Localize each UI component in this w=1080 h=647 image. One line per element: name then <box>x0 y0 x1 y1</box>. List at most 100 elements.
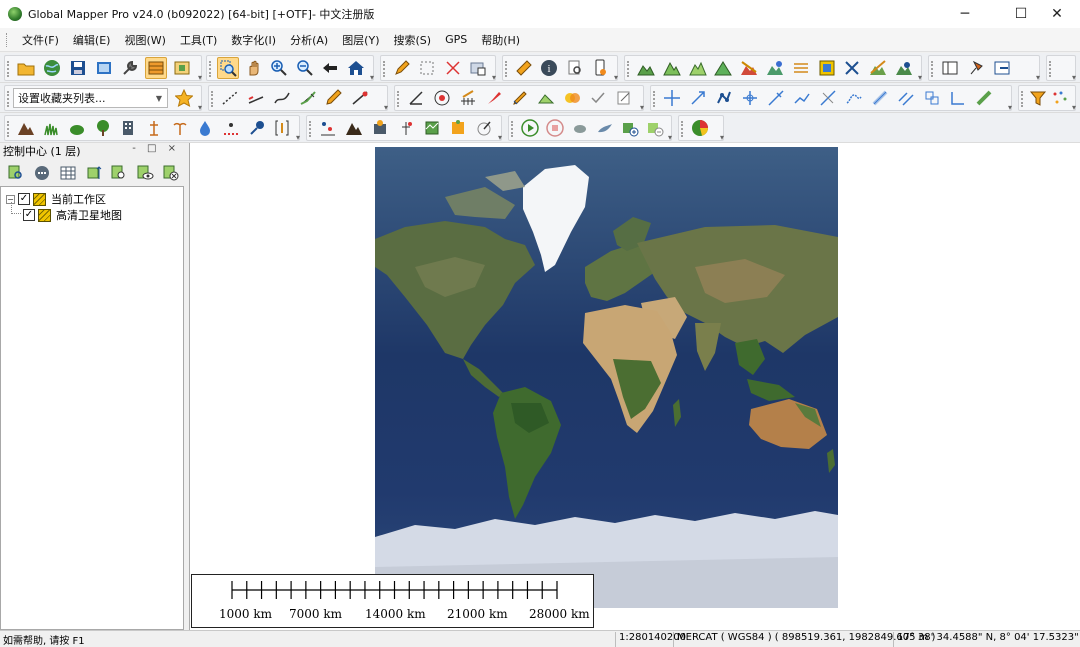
ruler-line-icon[interactable] <box>973 87 995 109</box>
open-folder-icon[interactable] <box>15 57 37 79</box>
mountain-icon[interactable] <box>15 117 37 139</box>
gps-device-icon[interactable] <box>590 57 612 79</box>
metadata-icon[interactable] <box>31 162 53 184</box>
zoom-out-icon[interactable] <box>294 57 316 79</box>
square-snap-icon[interactable] <box>921 87 943 109</box>
layer-visibility-icon[interactable] <box>134 162 156 184</box>
cut-line-icon[interactable] <box>817 87 839 109</box>
digitizer-pencil-icon[interactable] <box>391 57 413 79</box>
menu-analysis[interactable]: 分析(A) <box>283 32 335 48</box>
split-line-icon[interactable] <box>765 87 787 109</box>
menu-view[interactable]: 视图(W) <box>117 32 172 48</box>
menu-edit[interactable]: 编辑(E) <box>66 32 118 48</box>
satellite-world-map[interactable] <box>375 147 838 608</box>
terrain-8-icon[interactable] <box>893 57 915 79</box>
marker-pen-icon[interactable] <box>509 87 531 109</box>
zoom-in-icon[interactable] <box>268 57 290 79</box>
water-drop-icon[interactable] <box>194 117 216 139</box>
info-icon[interactable]: i <box>539 57 561 79</box>
add-layer-icon[interactable] <box>619 117 640 139</box>
terrain-5-icon[interactable] <box>738 57 760 79</box>
line-node-icon[interactable] <box>349 87 371 109</box>
select-area-icon[interactable] <box>468 57 490 79</box>
menu-tools[interactable]: 工具(T) <box>173 32 224 48</box>
terrain-cube-icon[interactable] <box>421 117 443 139</box>
terrain-4-icon[interactable] <box>712 57 734 79</box>
line-arrow-icon[interactable] <box>245 87 267 109</box>
move-vertex-icon[interactable] <box>661 87 683 109</box>
turtle-icon[interactable] <box>569 117 590 139</box>
remove-layer-icon[interactable] <box>644 117 665 139</box>
delete-x-icon[interactable] <box>442 57 464 79</box>
favorites-dropdown[interactable]: 设置收藏夹列表... ▼ <box>13 88 168 108</box>
edit-doc-icon[interactable] <box>613 87 635 109</box>
measure-ruler-icon[interactable] <box>513 57 535 79</box>
crosshair-icon[interactable] <box>739 87 761 109</box>
target-icon[interactable] <box>431 87 453 109</box>
tower-icon[interactable] <box>143 117 165 139</box>
rotate-icon[interactable] <box>687 87 709 109</box>
building-icon[interactable] <box>118 117 140 139</box>
play-icon[interactable] <box>519 117 540 139</box>
map-layout-icon[interactable] <box>816 57 838 79</box>
bracket-text-icon[interactable] <box>271 117 293 139</box>
puzzle-icon[interactable] <box>447 117 469 139</box>
check-mark-icon[interactable] <box>587 87 609 109</box>
join-line-icon[interactable] <box>791 87 813 109</box>
grid-tool-icon[interactable] <box>457 87 479 109</box>
terrain-2-icon[interactable] <box>661 57 683 79</box>
contour-icon[interactable] <box>790 57 812 79</box>
grass-icon[interactable] <box>41 117 63 139</box>
find-icon[interactable] <box>564 57 586 79</box>
menu-grip[interactable] <box>6 32 9 47</box>
config-wrench-icon[interactable] <box>119 57 141 79</box>
menu-help[interactable]: 帮助(H) <box>474 32 527 48</box>
hare-icon[interactable] <box>594 117 615 139</box>
menu-digitize[interactable]: 数字化(I) <box>224 32 283 48</box>
smooth-line-icon[interactable] <box>843 87 865 109</box>
pin-tool-icon[interactable] <box>965 57 987 79</box>
line-pen-icon[interactable] <box>323 87 345 109</box>
offset-icon[interactable] <box>895 87 917 109</box>
overview-icon[interactable] <box>171 57 193 79</box>
stop-icon[interactable] <box>544 117 565 139</box>
bush-icon[interactable] <box>66 117 88 139</box>
key-icon[interactable] <box>246 117 268 139</box>
map-view[interactable]: 1000 km 7000 km 14000 km 21000 km 28000 … <box>189 143 1080 630</box>
star-favorite-icon[interactable] <box>174 87 195 109</box>
buffer-icon[interactable] <box>869 87 891 109</box>
layer-search-icon[interactable] <box>108 162 130 184</box>
paint-tool-icon[interactable] <box>473 117 495 139</box>
minimize-button[interactable]: ─ <box>942 0 988 28</box>
terrain-7-icon[interactable] <box>867 57 889 79</box>
layer-toggle-icon[interactable] <box>145 57 167 79</box>
scatter-plot-icon[interactable] <box>317 117 339 139</box>
dotted-path-icon[interactable] <box>220 117 242 139</box>
terrain-3-icon[interactable] <box>687 57 709 79</box>
globe-data-icon[interactable] <box>41 57 63 79</box>
layer-order-icon[interactable] <box>83 162 105 184</box>
tree-icon[interactable] <box>92 117 114 139</box>
gear-stack-icon[interactable] <box>369 117 391 139</box>
terrain-6-icon[interactable] <box>764 57 786 79</box>
attribute-table-icon[interactable] <box>57 162 79 184</box>
area-edit-icon[interactable] <box>535 87 557 109</box>
shape-merge-icon[interactable] <box>561 87 583 109</box>
tree-root-workspace[interactable]: − ✓ 当前工作区 <box>6 191 106 207</box>
split-view-icon[interactable] <box>991 57 1013 79</box>
home-extent-icon[interactable] <box>345 57 367 79</box>
zoom-window-icon[interactable] <box>217 57 239 79</box>
angle-tool-icon[interactable] <box>405 87 427 109</box>
control-center-window-controls[interactable]: - □ × <box>132 143 180 154</box>
filter-funnel-icon[interactable] <box>1029 87 1047 109</box>
mountain-dark-icon[interactable] <box>343 117 365 139</box>
dock-panel-icon[interactable] <box>939 57 961 79</box>
terrain-1-icon[interactable] <box>635 57 657 79</box>
point-cloud-icon[interactable] <box>395 117 417 139</box>
menu-layer[interactable]: 图层(Y) <box>335 32 386 48</box>
layer-zoom-icon[interactable] <box>5 162 27 184</box>
back-arrow-icon[interactable] <box>320 57 342 79</box>
line-dotted-icon[interactable] <box>219 87 241 109</box>
vertex-edit-icon[interactable] <box>713 87 735 109</box>
line-curve-icon[interactable] <box>271 87 293 109</box>
